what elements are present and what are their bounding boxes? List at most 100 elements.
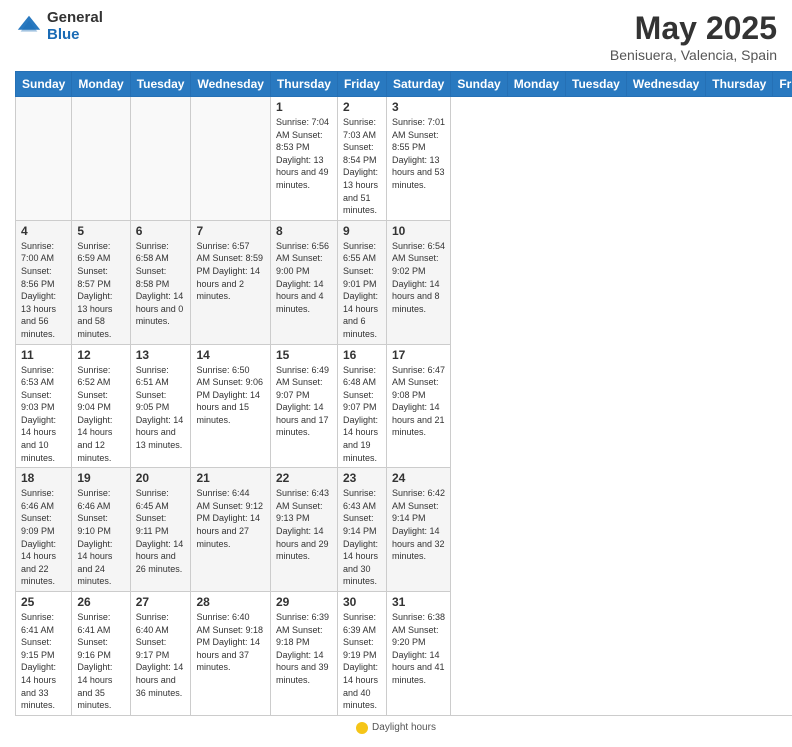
day-number: 15 <box>276 348 332 362</box>
col-monday: Monday <box>507 72 565 97</box>
day-cell <box>16 97 72 221</box>
day-info: Sunrise: 6:40 AM Sunset: 9:17 PM Dayligh… <box>136 611 186 699</box>
day-cell <box>130 97 191 221</box>
week-row-1: 1 Sunrise: 7:04 AM Sunset: 8:53 PM Daylig… <box>16 97 792 221</box>
day-cell: 29 Sunrise: 6:39 AM Sunset: 9:18 PM Dayli… <box>270 592 337 716</box>
day-number: 28 <box>196 595 264 609</box>
day-number: 31 <box>392 595 445 609</box>
day-number: 11 <box>21 348 66 362</box>
day-cell: 26Sunrise: 6:41 AM Sunset: 9:16 PM Dayli… <box>72 592 130 716</box>
day-number: 29 <box>276 595 332 609</box>
day-number: 19 <box>77 471 124 485</box>
day-info: Sunrise: 7:03 AM Sunset: 8:54 PM Dayligh… <box>343 116 381 217</box>
day-cell: 19 Sunrise: 6:46 AM Sunset: 9:10 PM Dayli… <box>72 468 130 592</box>
title-location: Benisuera, Valencia, Spain <box>610 47 777 63</box>
day-cell: 2Sunrise: 7:03 AM Sunset: 8:54 PM Daylig… <box>337 97 386 221</box>
day-cell: 24Sunrise: 6:42 AM Sunset: 9:14 PM Dayli… <box>386 468 450 592</box>
day-info: Sunrise: 6:42 AM Sunset: 9:14 PM Dayligh… <box>392 487 445 563</box>
day-cell: 7Sunrise: 6:57 AM Sunset: 8:59 PM Daylig… <box>191 220 270 344</box>
col-header-saturday: Saturday <box>386 72 450 97</box>
day-number: 10 <box>392 224 445 238</box>
day-cell: 13 Sunrise: 6:51 AM Sunset: 9:05 PM Dayli… <box>130 344 191 468</box>
col-header-friday: Friday <box>337 72 386 97</box>
day-info: Sunrise: 6:43 AM Sunset: 9:13 PM Dayligh… <box>276 487 332 563</box>
day-info: Sunrise: 6:39 AM Sunset: 9:19 PM Dayligh… <box>343 611 381 712</box>
day-cell: 12 Sunrise: 6:52 AM Sunset: 9:04 PM Dayli… <box>72 344 130 468</box>
day-info: Sunrise: 6:51 AM Sunset: 9:05 PM Dayligh… <box>136 364 186 452</box>
day-info: Sunrise: 6:52 AM Sunset: 9:04 PM Dayligh… <box>77 364 124 465</box>
day-number: 17 <box>392 348 445 362</box>
sun-icon <box>356 722 368 734</box>
col-header-sunday: Sunday <box>16 72 72 97</box>
day-number: 18 <box>21 471 66 485</box>
day-info: Sunrise: 7:04 AM Sunset: 8:53 PM Dayligh… <box>276 116 332 192</box>
day-cell: 16 Sunrise: 6:48 AM Sunset: 9:07 PM Dayli… <box>337 344 386 468</box>
header-row: SundayMondayTuesdayWednesdayThursdayFrid… <box>16 72 792 97</box>
day-number: 13 <box>136 348 186 362</box>
day-number: 5 <box>77 224 124 238</box>
day-number: 1 <box>276 100 332 114</box>
col-tuesday: Tuesday <box>566 72 627 97</box>
day-cell: 3Sunrise: 7:01 AM Sunset: 8:55 PM Daylig… <box>386 97 450 221</box>
day-cell: 9 Sunrise: 6:55 AM Sunset: 9:01 PM Daylig… <box>337 220 386 344</box>
day-number: 16 <box>343 348 381 362</box>
day-number: 25 <box>21 595 66 609</box>
title-month: May 2025 <box>610 10 777 47</box>
day-info: Sunrise: 7:00 AM Sunset: 8:56 PM Dayligh… <box>21 240 66 341</box>
day-cell: 22 Sunrise: 6:43 AM Sunset: 9:13 PM Dayli… <box>270 468 337 592</box>
day-number: 9 <box>343 224 381 238</box>
day-number: 7 <box>196 224 264 238</box>
day-number: 4 <box>21 224 66 238</box>
day-number: 3 <box>392 100 445 114</box>
logo: General Blue <box>15 10 103 43</box>
week-row-3: 11 Sunrise: 6:53 AM Sunset: 9:03 PM Dayli… <box>16 344 792 468</box>
logo-blue: Blue <box>47 27 103 44</box>
day-info: Sunrise: 6:40 AM Sunset: 9:18 PM Dayligh… <box>196 611 264 674</box>
day-cell: 10Sunrise: 6:54 AM Sunset: 9:02 PM Dayli… <box>386 220 450 344</box>
day-cell: 11 Sunrise: 6:53 AM Sunset: 9:03 PM Dayli… <box>16 344 72 468</box>
week-row-4: 18Sunrise: 6:46 AM Sunset: 9:09 PM Dayli… <box>16 468 792 592</box>
day-cell <box>72 97 130 221</box>
day-info: Sunrise: 6:38 AM Sunset: 9:20 PM Dayligh… <box>392 611 445 687</box>
page: General Blue May 2025 Benisuera, Valenci… <box>0 0 792 747</box>
col-sunday: Sunday <box>451 72 507 97</box>
day-info: Sunrise: 6:43 AM Sunset: 9:14 PM Dayligh… <box>343 487 381 588</box>
day-number: 20 <box>136 471 186 485</box>
day-info: Sunrise: 6:41 AM Sunset: 9:15 PM Dayligh… <box>21 611 66 712</box>
day-cell: 20Sunrise: 6:45 AM Sunset: 9:11 PM Dayli… <box>130 468 191 592</box>
day-info: Sunrise: 6:48 AM Sunset: 9:07 PM Dayligh… <box>343 364 381 465</box>
day-number: 22 <box>276 471 332 485</box>
col-header-tuesday: Tuesday <box>130 72 191 97</box>
day-cell: 8Sunrise: 6:56 AM Sunset: 9:00 PM Daylig… <box>270 220 337 344</box>
col-header-wednesday: Wednesday <box>191 72 270 97</box>
day-info: Sunrise: 6:44 AM Sunset: 9:12 PM Dayligh… <box>196 487 264 550</box>
day-info: Sunrise: 6:56 AM Sunset: 9:00 PM Dayligh… <box>276 240 332 316</box>
day-cell: 17Sunrise: 6:47 AM Sunset: 9:08 PM Dayli… <box>386 344 450 468</box>
day-info: Sunrise: 6:50 AM Sunset: 9:06 PM Dayligh… <box>196 364 264 427</box>
title-block: May 2025 Benisuera, Valencia, Spain <box>610 10 777 63</box>
day-info: Sunrise: 6:53 AM Sunset: 9:03 PM Dayligh… <box>21 364 66 465</box>
day-number: 27 <box>136 595 186 609</box>
day-info: Sunrise: 6:46 AM Sunset: 9:10 PM Dayligh… <box>77 487 124 588</box>
day-info: Sunrise: 6:55 AM Sunset: 9:01 PM Dayligh… <box>343 240 381 341</box>
day-info: Sunrise: 6:49 AM Sunset: 9:07 PM Dayligh… <box>276 364 332 440</box>
day-number: 26 <box>77 595 124 609</box>
footer-daylight: Daylight hours <box>356 722 436 734</box>
day-cell: 31 Sunrise: 6:38 AM Sunset: 9:20 PM Dayli… <box>386 592 450 716</box>
week-row-5: 25 Sunrise: 6:41 AM Sunset: 9:15 PM Dayli… <box>16 592 792 716</box>
logo-text: General Blue <box>47 10 103 43</box>
day-cell: 5 Sunrise: 6:59 AM Sunset: 8:57 PM Daylig… <box>72 220 130 344</box>
day-cell: 14 Sunrise: 6:50 AM Sunset: 9:06 PM Dayli… <box>191 344 270 468</box>
day-info: Sunrise: 6:59 AM Sunset: 8:57 PM Dayligh… <box>77 240 124 341</box>
day-cell: 18Sunrise: 6:46 AM Sunset: 9:09 PM Dayli… <box>16 468 72 592</box>
day-info: Sunrise: 6:39 AM Sunset: 9:18 PM Dayligh… <box>276 611 332 687</box>
day-cell: 1 Sunrise: 7:04 AM Sunset: 8:53 PM Daylig… <box>270 97 337 221</box>
day-number: 21 <box>196 471 264 485</box>
col-header-thursday: Thursday <box>270 72 337 97</box>
day-number: 14 <box>196 348 264 362</box>
col-header-monday: Monday <box>72 72 130 97</box>
col-friday: Friday <box>773 72 792 97</box>
day-number: 12 <box>77 348 124 362</box>
day-cell: 15 Sunrise: 6:49 AM Sunset: 9:07 PM Dayli… <box>270 344 337 468</box>
day-cell <box>191 97 270 221</box>
